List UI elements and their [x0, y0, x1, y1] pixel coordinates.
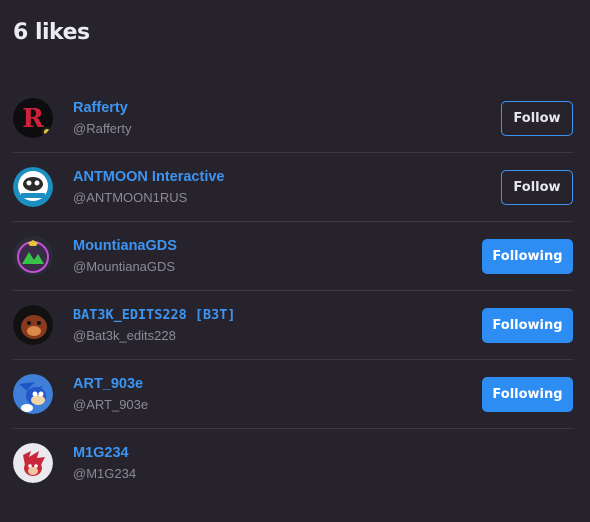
follow-button[interactable]: Follow [501, 170, 573, 205]
user-name-link[interactable]: ART_903e [73, 376, 143, 392]
user-handle: @MountianaGDS [73, 259, 176, 274]
art903e-avatar-icon [13, 374, 53, 414]
avatar[interactable] [13, 443, 53, 483]
user-handle: @ANTMOON1RUS [73, 190, 188, 205]
user-handle: @M1G234 [73, 466, 137, 481]
user-name-link[interactable]: Rafferty [73, 100, 128, 116]
avatar[interactable] [13, 167, 53, 207]
user-handle: @Bat3k_edits228 [73, 328, 176, 343]
list-item: BAT3K_EDITS228 [B3T] @Bat3k_edits228 Fol… [13, 291, 573, 360]
antmoon-avatar-icon [13, 167, 53, 207]
following-button[interactable]: Following [482, 308, 573, 343]
rafferty-avatar-icon: R [13, 98, 53, 138]
list-item: R Rafferty @Rafferty Follow [13, 84, 573, 153]
likes-list: R Rafferty @Rafferty Follow ANTMOON Inte… [0, 84, 590, 498]
user-name-link[interactable]: ANTMOON Interactive [73, 169, 224, 185]
m1g234-avatar-icon [13, 443, 53, 483]
follow-button[interactable]: Follow [501, 101, 573, 136]
svg-text:R: R [22, 104, 44, 134]
user-name-link[interactable]: MountianaGDS [73, 238, 177, 254]
list-item: ANTMOON Interactive @ANTMOON1RUS Follow [13, 153, 573, 222]
avatar[interactable] [13, 305, 53, 345]
mountiana-avatar-icon [13, 236, 53, 276]
list-item: M1G234 @M1G234 [13, 429, 573, 498]
list-item: MountianaGDS @MountianaGDS Following [13, 222, 573, 291]
page-title: 6 likes [13, 20, 90, 45]
user-name-link[interactable]: BAT3K_EDITS228 [B3T] [73, 307, 236, 323]
following-button[interactable]: Following [482, 239, 573, 274]
list-item: ART_903e @ART_903e Following [13, 360, 573, 429]
user-handle: @Rafferty [73, 121, 132, 136]
avatar[interactable] [13, 374, 53, 414]
following-button[interactable]: Following [482, 377, 573, 412]
user-handle: @ART_903e [73, 397, 149, 412]
avatar[interactable] [13, 236, 53, 276]
avatar[interactable]: R [13, 98, 53, 138]
user-name-link[interactable]: M1G234 [73, 445, 129, 461]
bat3k-avatar-icon [13, 305, 53, 345]
